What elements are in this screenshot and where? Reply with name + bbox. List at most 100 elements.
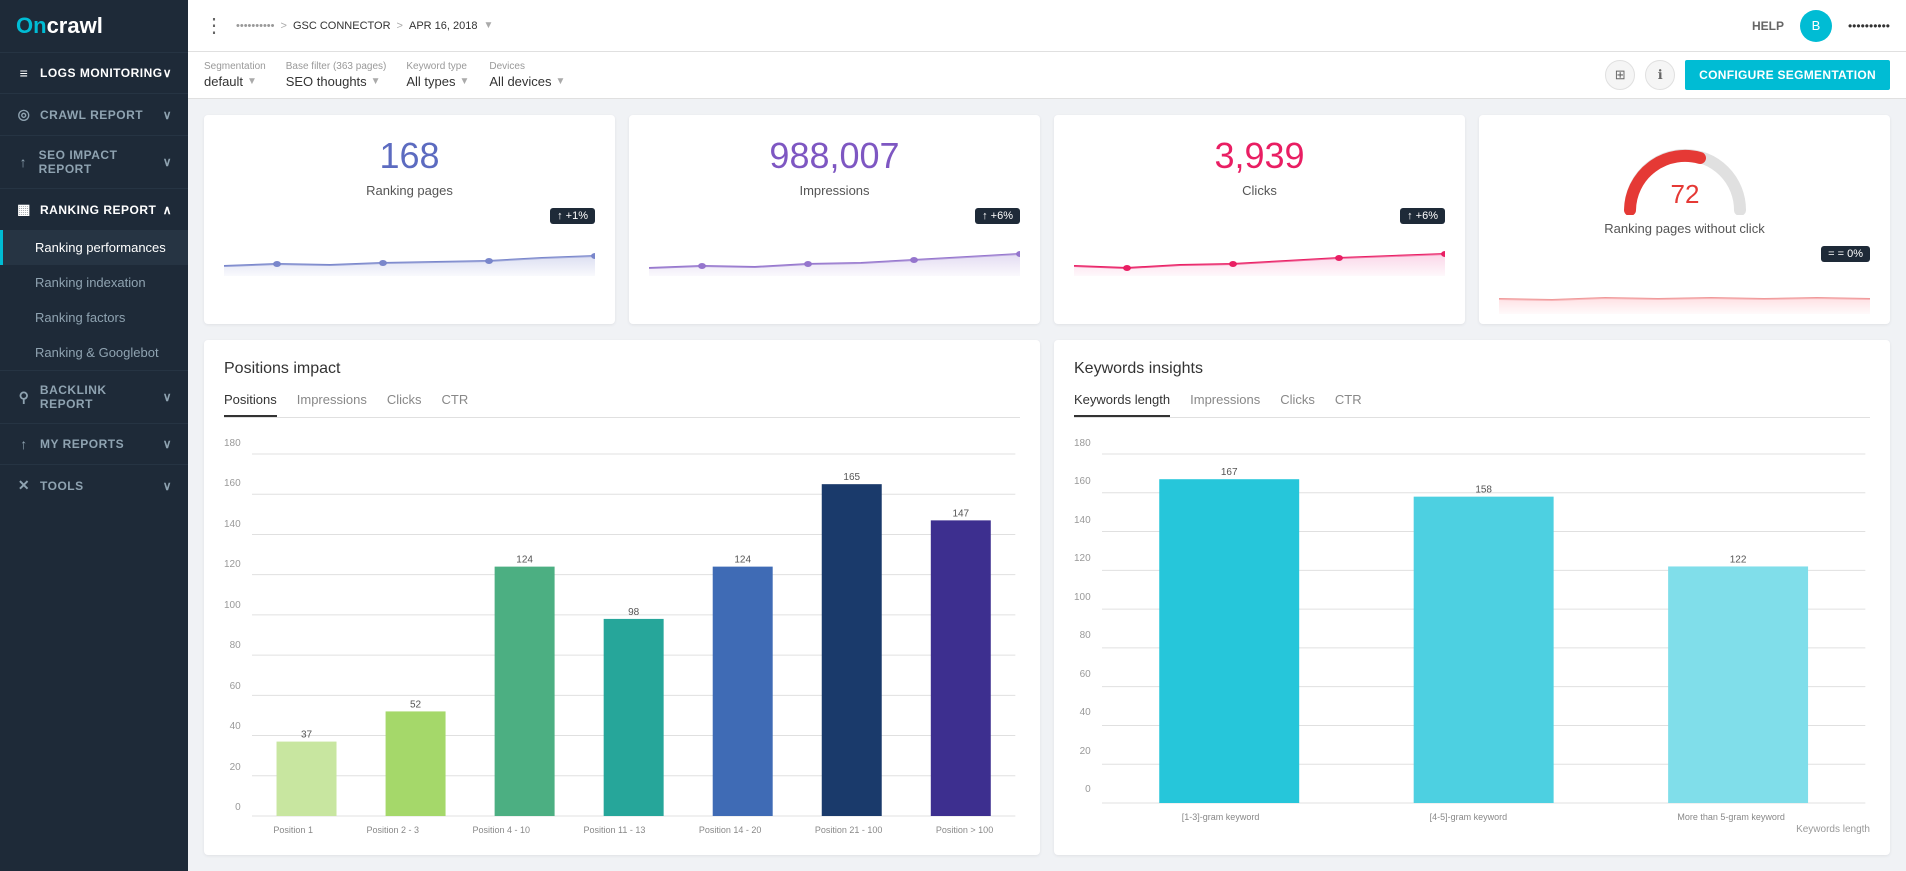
crawl-icon: ◎ [16, 106, 32, 123]
positions-bar-chart: 375212498124165147 [247, 434, 1020, 821]
clicks-value: 3,939 [1214, 135, 1304, 177]
stat-card-impressions: 988,007 Impressions ↑ +6% [629, 115, 1040, 324]
segmentation-value: default [204, 74, 243, 89]
tab-keywords-length[interactable]: Keywords length [1074, 392, 1170, 417]
help-button[interactable]: HELP [1752, 19, 1784, 33]
ranking-icon: ▦ [16, 201, 32, 218]
sidebar-item-label: LOGS MONITORING [40, 66, 163, 80]
positions-chart-inner: 375212498124165147 Position 1 Position 2… [247, 434, 1020, 835]
sidebar-sub-ranking-indexation[interactable]: Ranking indexation [0, 265, 188, 300]
logo-area: Oncrawl [0, 0, 188, 52]
sidebar-item-crawl[interactable]: ◎ CRAWL REPORT ∨ [0, 93, 188, 135]
base-filter-label: Base filter (363 pages) [286, 61, 387, 72]
keywords-insights-card: Keywords insights Keywords length Impres… [1054, 340, 1890, 855]
impressions-sparkline [649, 236, 1020, 276]
sidebar-item-logs[interactable]: ≡ LOGS MONITORING ∨ [0, 52, 188, 93]
chevron-icon: ∨ [163, 155, 172, 169]
sidebar-item-label: RANKING REPORT [40, 203, 156, 217]
no-click-trend: = = 0% [1821, 246, 1870, 262]
sidebar-sub-ranking-performances[interactable]: Ranking performances [0, 230, 188, 265]
sidebar-sub-ranking-googlebot[interactable]: Ranking & Googlebot [0, 335, 188, 370]
logs-icon: ≡ [16, 65, 32, 81]
segmentation-label: Segmentation [204, 61, 266, 72]
gauge-chart: 72 [1615, 135, 1755, 215]
charts-row: Positions impact Positions Impressions C… [204, 340, 1890, 855]
tab-kw-impressions[interactable]: Impressions [1190, 392, 1260, 417]
impressions-label: Impressions [799, 183, 869, 198]
tab-kw-clicks[interactable]: Clicks [1280, 392, 1315, 417]
ranking-pages-trend: ↑ +1% [550, 208, 595, 224]
svg-text:147: 147 [952, 508, 969, 519]
tab-kw-ctr[interactable]: CTR [1335, 392, 1362, 417]
devices-value: All devices [489, 74, 551, 89]
base-filter-select[interactable]: SEO thoughts ▼ [286, 74, 387, 89]
sidebar-sub-ranking-factors[interactable]: Ranking factors [0, 300, 188, 335]
devices-select[interactable]: All devices ▼ [489, 74, 565, 89]
sidebar-item-tools[interactable]: ✕ TOOLS ∨ [0, 464, 188, 506]
ranking-pages-sparkline [224, 236, 595, 276]
keyword-type-value: All types [406, 74, 455, 89]
keywords-chart-area: 180 160 140 120 100 80 60 40 20 0 167158… [1074, 434, 1870, 835]
sidebar-item-label: TOOLS [40, 479, 84, 493]
segmentation-arrow-icon: ▼ [247, 76, 257, 87]
chevron-icon: ∨ [163, 437, 172, 451]
clicks-label: Clicks [1242, 183, 1277, 198]
topbar-right: HELP B •••••••••• [1752, 10, 1890, 42]
filter-bar: Segmentation default ▼ Base filter (363 … [188, 52, 1906, 99]
no-click-label: Ranking pages without click [1604, 221, 1764, 236]
breadcrumb-date[interactable]: APR 16, 2018 [409, 20, 478, 32]
keywords-chart-inner: 167158122 [1-3]-gram keyword [4-5]-gram … [1097, 434, 1870, 835]
content-area: 168 Ranking pages ↑ +1% [188, 99, 1906, 871]
configure-segmentation-button[interactable]: CONFIGURE SEGMENTATION [1685, 60, 1890, 90]
positions-impact-card: Positions impact Positions Impressions C… [204, 340, 1040, 855]
menu-dots-icon[interactable]: ⋮ [204, 13, 224, 38]
breadcrumb: •••••••••• > GSC CONNECTOR > APR 16, 201… [236, 20, 493, 32]
main-area: ⋮ •••••••••• > GSC CONNECTOR > APR 16, 2… [188, 0, 1906, 871]
devices-arrow-icon: ▼ [556, 76, 566, 87]
svg-text:124: 124 [734, 555, 751, 566]
svg-text:122: 122 [1729, 554, 1746, 565]
svg-text:124: 124 [516, 555, 533, 566]
tab-clicks[interactable]: Clicks [387, 392, 422, 417]
keywords-insights-tabs: Keywords length Impressions Clicks CTR [1074, 392, 1870, 418]
info-button[interactable]: ℹ [1645, 60, 1675, 90]
base-filter-arrow-icon: ▼ [371, 76, 381, 87]
segmentation-filter: Segmentation default ▼ [204, 61, 266, 89]
keyword-type-filter: Keyword type All types ▼ [406, 61, 469, 89]
sidebar-item-backlink[interactable]: ⚲ BACKLINK REPORT ∨ [0, 370, 188, 423]
sidebar-item-ranking[interactable]: ▦ RANKING REPORT ∧ [0, 188, 188, 230]
tab-positions[interactable]: Positions [224, 392, 277, 417]
chevron-icon: ∨ [163, 479, 172, 493]
sidebar: Oncrawl ≡ LOGS MONITORING ∨ ◎ CRAWL REPO… [0, 0, 188, 871]
base-filter-value: SEO thoughts [286, 74, 367, 89]
keyword-type-select[interactable]: All types ▼ [406, 74, 469, 89]
chevron-icon: ∨ [163, 108, 172, 122]
svg-text:72: 72 [1670, 179, 1699, 209]
clicks-trend: ↑ +6% [1400, 208, 1445, 224]
logo-crawl: crawl [47, 13, 103, 38]
myreports-icon: ↑ [16, 436, 32, 452]
impressions-trend: ↑ +6% [975, 208, 1020, 224]
kw-x-axis-labels: [1-3]-gram keyword [4-5]-gram keyword Mo… [1097, 812, 1870, 822]
breadcrumb-site[interactable]: •••••••••• [236, 20, 275, 32]
clicks-sparkline [1074, 236, 1445, 276]
chevron-icon: ∨ [163, 66, 172, 80]
svg-text:52: 52 [410, 699, 422, 710]
pdf-export-button[interactable]: ⊞ [1605, 60, 1635, 90]
breadcrumb-connector[interactable]: GSC CONNECTOR [293, 20, 391, 32]
backlink-icon: ⚲ [16, 389, 32, 406]
segmentation-select[interactable]: default ▼ [204, 74, 266, 89]
sidebar-item-label: BACKLINK REPORT [40, 383, 163, 411]
topbar: ⋮ •••••••••• > GSC CONNECTOR > APR 16, 2… [188, 0, 1906, 52]
breadcrumb-date-dropdown[interactable]: ▼ [483, 20, 493, 31]
tab-impressions[interactable]: Impressions [297, 392, 367, 417]
chevron-icon: ∨ [163, 390, 172, 404]
tab-ctr[interactable]: CTR [442, 392, 469, 417]
keywords-bar-chart: 167158122 [1097, 434, 1870, 808]
pdf-icon: ⊞ [1615, 67, 1626, 83]
sidebar-item-seo[interactable]: ↑ SEO IMPACT REPORT ∨ [0, 135, 188, 188]
logo-on: On [16, 13, 47, 38]
breadcrumb-arrow2: > [397, 20, 403, 32]
sidebar-item-myreports[interactable]: ↑ MY REPORTS ∨ [0, 423, 188, 464]
logo: Oncrawl [16, 13, 103, 39]
